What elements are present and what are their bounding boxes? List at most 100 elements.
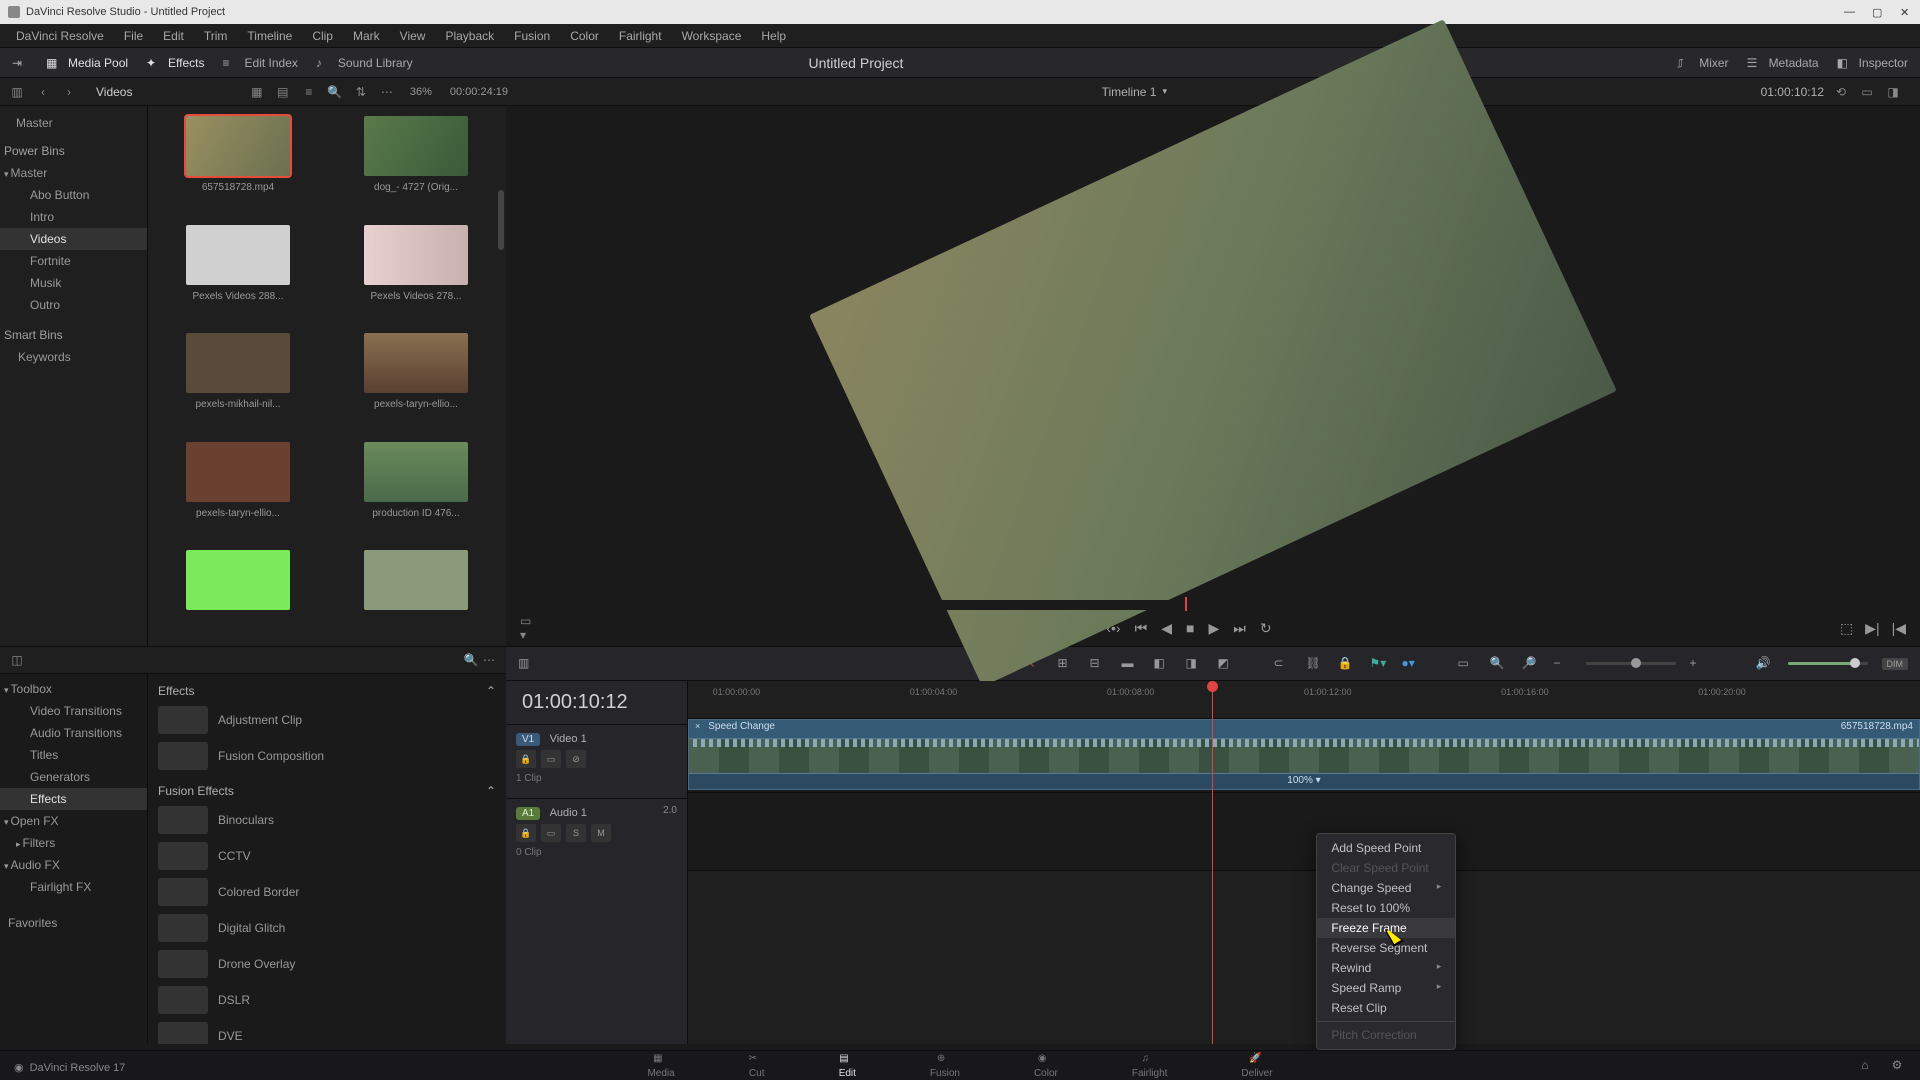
sound-library-button[interactable]: ♪Sound Library	[316, 56, 413, 70]
clip-thumb-4[interactable]	[186, 333, 290, 393]
menu-fairlight[interactable]: Fairlight	[611, 27, 670, 45]
dim-button[interactable]: DIM	[1882, 658, 1909, 670]
zoom-range-icon[interactable]: ▭	[1458, 656, 1476, 672]
a1-auto-button[interactable]: ▭	[541, 824, 561, 842]
zoom-percent[interactable]: 36%	[410, 86, 432, 98]
fx-item-bino[interactable]: Binoculars	[148, 802, 506, 838]
ctx-freeze-frame[interactable]: Freeze Frame	[1317, 918, 1455, 938]
page-cut[interactable]: ✂Cut	[749, 1053, 765, 1079]
fx-tree-effects[interactable]: Effects	[0, 788, 147, 810]
fx-item-fusion[interactable]: Fusion Composition	[148, 738, 506, 774]
scrollbar-thumb[interactable]	[498, 190, 504, 250]
zoom-detail-icon[interactable]: 🔍	[1490, 656, 1508, 672]
edit-index-button[interactable]: ≡Edit Index	[223, 56, 298, 70]
ctx-reset-100[interactable]: Reset to 100%	[1317, 898, 1455, 918]
minimize-button[interactable]: —	[1844, 6, 1856, 18]
timeline-ruler[interactable]: 01:00:00:00 01:00:04:00 01:00:08:00 01:0…	[688, 681, 1920, 719]
menu-color[interactable]: Color	[562, 27, 607, 45]
inspector-button[interactable]: ◧Inspector	[1837, 56, 1908, 70]
home-icon[interactable]: ⌂	[1856, 1056, 1874, 1074]
page-edit[interactable]: ▤Edit	[839, 1053, 856, 1079]
single-viewer-icon[interactable]: ▭	[1858, 83, 1876, 101]
fx-item-dslr[interactable]: DSLR	[148, 982, 506, 1018]
zoom-in-icon[interactable]: +	[1690, 656, 1708, 672]
page-fairlight[interactable]: ♫Fairlight	[1132, 1053, 1168, 1079]
bin-master[interactable]: Master	[8, 112, 139, 134]
menu-fusion[interactable]: Fusion	[506, 27, 558, 45]
menu-file[interactable]: File	[116, 27, 151, 45]
play-button[interactable]: ▶	[1208, 620, 1219, 637]
viewer-playhead[interactable]	[1185, 597, 1187, 611]
bin-layout-icon[interactable]: ▥	[8, 83, 26, 101]
page-deliver[interactable]: 🚀Deliver	[1241, 1053, 1272, 1079]
menu-edit[interactable]: Edit	[155, 27, 192, 45]
clip-thumb-1[interactable]	[364, 116, 468, 176]
bin-musik[interactable]: Musik	[0, 272, 147, 294]
sort-icon[interactable]: ⇅	[352, 83, 370, 101]
clip-thumb-3[interactable]	[364, 225, 468, 285]
menu-clip[interactable]: Clip	[304, 27, 341, 45]
bypass-icon[interactable]: ⟲	[1832, 83, 1850, 101]
effects-button[interactable]: ✦Effects	[146, 56, 204, 70]
volume-slider[interactable]	[1788, 662, 1868, 665]
fx-options-icon[interactable]: ⋯	[480, 651, 498, 669]
link-icon[interactable]: ⛓	[1306, 656, 1324, 672]
bin-abo[interactable]: Abo Button	[0, 184, 147, 206]
overwrite-tool-icon[interactable]: ◨	[1186, 656, 1204, 672]
prev-clip-button[interactable]: ⏮	[1135, 620, 1148, 637]
fx-tree-fairlight[interactable]: Fairlight FX	[0, 876, 147, 898]
fx-item-glitch[interactable]: Digital Glitch	[148, 910, 506, 946]
menu-playback[interactable]: Playback	[437, 27, 502, 45]
volume-icon[interactable]: 🔊	[1756, 656, 1774, 672]
ctx-add-speed-point[interactable]: Add Speed Point	[1317, 838, 1455, 858]
close-button[interactable]: ✕	[1900, 6, 1912, 18]
bin-view-thumb-icon[interactable]: ▤	[274, 83, 292, 101]
timeline-playhead[interactable]	[1212, 681, 1213, 1044]
fx-header-fusion[interactable]: Fusion Effects	[158, 784, 234, 798]
a1-mute-button[interactable]: M	[591, 824, 611, 842]
bin-view-list-icon[interactable]: ≡	[300, 83, 318, 101]
ctx-rewind[interactable]: Rewind▸	[1317, 958, 1455, 978]
clip-thumb-9[interactable]	[364, 550, 468, 610]
a1-badge[interactable]: A1	[516, 807, 540, 820]
viewer-canvas[interactable]	[506, 106, 1920, 600]
clip-thumb-8[interactable]	[186, 550, 290, 610]
fx-item-drone[interactable]: Drone Overlay	[148, 946, 506, 982]
fx-item-adj[interactable]: Adjustment Clip	[148, 702, 506, 738]
timeline-tracks[interactable]: 01:00:00:00 01:00:04:00 01:00:08:00 01:0…	[688, 681, 1920, 1044]
video-track-header[interactable]: V1 Video 1 🔒 ▭ ⊘ 1 Clip	[506, 724, 687, 798]
menu-davinci[interactable]: DaVinci Resolve	[8, 27, 112, 45]
metadata-button[interactable]: ☰Metadata	[1747, 56, 1819, 70]
mixer-button[interactable]: ⎎Mixer	[1677, 56, 1728, 70]
menu-timeline[interactable]: Timeline	[239, 27, 300, 45]
fx-tree-favorites[interactable]: Favorites	[0, 912, 147, 934]
v1-auto-button[interactable]: ▭	[541, 750, 561, 768]
v1-badge[interactable]: V1	[516, 733, 540, 746]
zoom-slider[interactable]	[1586, 662, 1676, 665]
fx-tree-audiofx[interactable]: Audio FX	[0, 854, 147, 876]
fx-item-cctv[interactable]: CCTV	[148, 838, 506, 874]
clip-thumb-0[interactable]	[186, 116, 290, 176]
trim-tool-icon[interactable]: ⊞	[1058, 656, 1076, 672]
bin-intro[interactable]: Intro	[0, 206, 147, 228]
fx-tree-toolbox[interactable]: Toolbox	[0, 678, 147, 700]
fx-item-dve[interactable]: DVE	[148, 1018, 506, 1044]
page-media[interactable]: ▦Media	[647, 1053, 674, 1079]
clip-speed-value[interactable]: 100%	[1287, 775, 1313, 786]
smart-bins-header[interactable]: Smart Bins	[0, 324, 147, 346]
nav-fwd-icon[interactable]: ›	[60, 83, 78, 101]
fx-tree-openfx[interactable]: Open FX	[0, 810, 147, 832]
loop-button[interactable]: ↻	[1260, 620, 1272, 637]
marker-icon[interactable]: ●▾	[1402, 656, 1420, 672]
fx-tree-titles[interactable]: Titles	[0, 744, 147, 766]
snap-icon[interactable]: ⊂	[1274, 656, 1292, 672]
timeline-dropdown-icon[interactable]: ▾	[1162, 86, 1167, 97]
bin-power-master[interactable]: Master	[0, 162, 147, 184]
flag-icon[interactable]: ⚑▾	[1370, 656, 1388, 672]
power-bins-header[interactable]: Power Bins	[0, 140, 147, 162]
collapse-icon-2[interactable]: ⌃	[486, 784, 496, 798]
clip-thumb-2[interactable]	[186, 225, 290, 285]
clip-thumb-5[interactable]	[364, 333, 468, 393]
replace-tool-icon[interactable]: ◩	[1218, 656, 1236, 672]
tl-view-icon[interactable]: ▥	[518, 656, 536, 672]
